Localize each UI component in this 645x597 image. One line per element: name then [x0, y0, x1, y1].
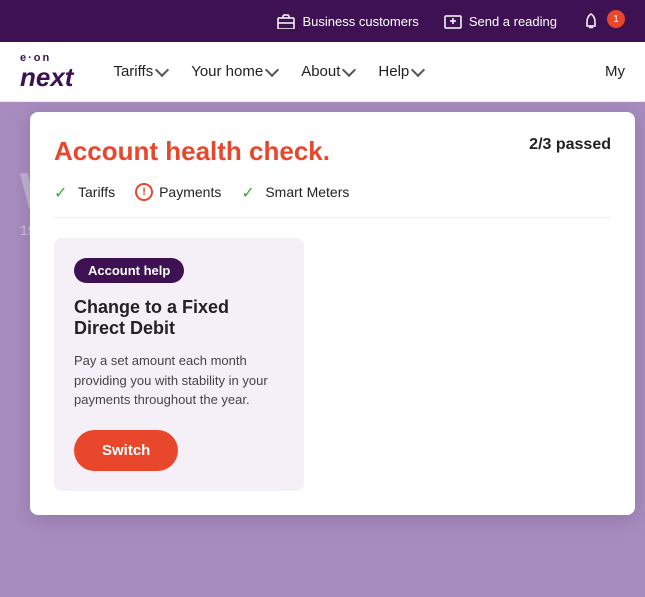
- nav-your-home-label: Your home: [191, 63, 263, 80]
- logo-next: next: [20, 64, 73, 90]
- nav-about[interactable]: About: [301, 63, 354, 80]
- send-reading-label: Send a reading: [469, 14, 557, 29]
- payments-status: ! Payments: [135, 183, 221, 201]
- smart-meters-label: Smart Meters: [265, 184, 349, 200]
- nav-your-home[interactable]: Your home: [191, 63, 277, 80]
- switch-button[interactable]: Switch: [74, 430, 178, 471]
- notification-count: 1: [607, 10, 625, 28]
- chevron-down-icon: [155, 63, 169, 77]
- account-health-modal: Account health check. 2/3 passed ✓ Tarif…: [30, 112, 635, 515]
- bell-icon: [581, 11, 601, 31]
- check-icon: ✓: [241, 183, 259, 201]
- chevron-down-icon: [342, 63, 356, 77]
- briefcase-icon: [276, 11, 296, 31]
- check-icon: ✓: [54, 183, 72, 201]
- modal-title: Account health check.: [54, 136, 330, 167]
- status-row: ✓ Tariffs ! Payments ✓ Smart Meters: [54, 183, 611, 218]
- notification-bell[interactable]: 1: [581, 11, 625, 31]
- business-customers-link[interactable]: Business customers: [276, 11, 418, 31]
- nav-help-label: Help: [378, 63, 409, 80]
- nav-tariffs[interactable]: Tariffs: [113, 63, 167, 80]
- payments-label: Payments: [159, 184, 221, 200]
- card-badge: Account help: [74, 258, 184, 283]
- modal-passed: 2/3 passed: [529, 136, 611, 154]
- tariffs-status: ✓ Tariffs: [54, 183, 115, 201]
- nav-my[interactable]: My: [605, 63, 625, 80]
- modal-header: Account health check. 2/3 passed: [54, 136, 611, 167]
- nav-about-label: About: [301, 63, 340, 80]
- nav-help[interactable]: Help: [378, 63, 423, 80]
- top-bar: Business customers Send a reading 1: [0, 0, 645, 42]
- logo[interactable]: e·on next: [20, 53, 73, 90]
- page-background: Wo 192 G Ac t paym payme ment is s after…: [0, 102, 645, 597]
- card-title: Change to a Fixed Direct Debit: [74, 297, 284, 339]
- main-nav: e·on next Tariffs Your home About Help M…: [0, 42, 645, 102]
- meter-icon: [443, 11, 463, 31]
- smart-meters-status: ✓ Smart Meters: [241, 183, 349, 201]
- card-body: Pay a set amount each month providing yo…: [74, 351, 284, 410]
- chevron-down-icon: [411, 63, 425, 77]
- nav-tariffs-label: Tariffs: [113, 63, 153, 80]
- nav-my-label: My: [605, 63, 625, 80]
- tariffs-label: Tariffs: [78, 184, 115, 200]
- chevron-down-icon: [265, 63, 279, 77]
- send-reading-link[interactable]: Send a reading: [443, 11, 557, 31]
- warning-icon: !: [135, 183, 153, 201]
- business-customers-label: Business customers: [302, 14, 418, 29]
- recommendation-card: Account help Change to a Fixed Direct De…: [54, 238, 304, 491]
